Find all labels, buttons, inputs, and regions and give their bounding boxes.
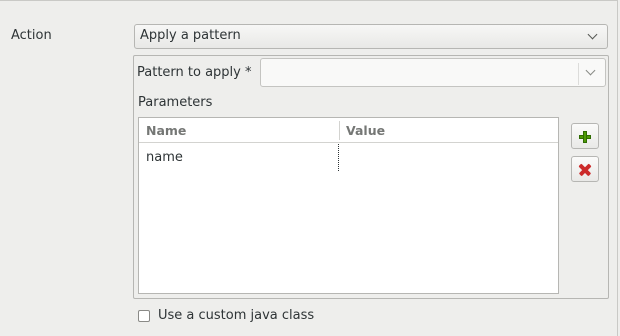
remove-parameter-button[interactable] [571, 156, 599, 182]
combobox-separator [578, 63, 579, 85]
custom-java-class-option[interactable]: Use a custom java class [138, 307, 338, 325]
pattern-combobox[interactable] [260, 58, 606, 87]
chevron-down-icon [585, 65, 596, 76]
parameter-name-cell[interactable]: name [146, 150, 183, 165]
parameters-label: Parameters [138, 95, 213, 110]
action-combobox-value: Apply a pattern [140, 28, 241, 43]
column-header-value-label: Value [346, 123, 386, 138]
custom-java-class-checkbox[interactable] [138, 310, 150, 322]
add-parameter-button[interactable] [571, 123, 599, 149]
custom-java-class-label[interactable]: Use a custom java class [158, 308, 314, 323]
column-header-value[interactable]: Value [339, 118, 558, 143]
column-header-name[interactable]: Name [139, 118, 339, 143]
value-cell-editor[interactable] [338, 144, 339, 171]
column-header-name-label: Name [146, 123, 187, 138]
action-label: Action [11, 28, 52, 43]
parameters-table[interactable]: Name Value name [138, 117, 559, 294]
table-row[interactable]: name [139, 144, 558, 171]
chevron-down-icon [587, 29, 598, 40]
pattern-label: Pattern to apply * [137, 65, 252, 80]
action-combobox[interactable]: Apply a pattern [134, 24, 608, 49]
